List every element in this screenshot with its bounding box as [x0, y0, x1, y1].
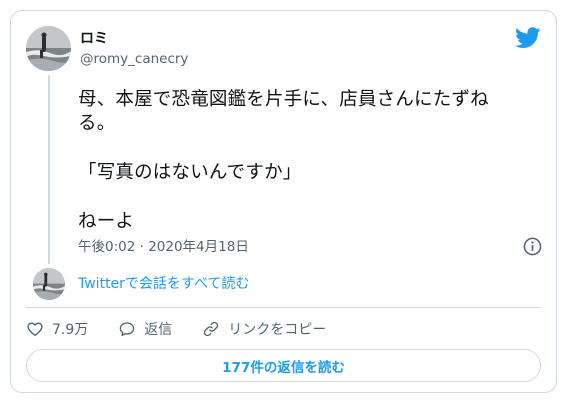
reply-label: 返信 [144, 322, 173, 338]
read-replies-button[interactable]: 177件の返信を読む [26, 349, 541, 382]
copy-link-button[interactable]: リンクをコピー [202, 319, 326, 339]
read-conversation-link[interactable]: Twitterで会話をすべて読む [78, 275, 249, 293]
tweet-text: 母、本屋で恐竜図鑑を片手に、店員さんにたずね る。 「写真のはないんですか」 ね… [78, 88, 548, 234]
author-display-name[interactable]: ロミ [80, 30, 108, 48]
reply-button[interactable]: 返信 [118, 319, 172, 339]
author-avatar[interactable] [26, 26, 71, 71]
info-icon[interactable] [523, 237, 542, 256]
speech-bubble-icon [119, 322, 135, 337]
divider [26, 307, 541, 308]
tweet-actions: 7.9万 返信 リンクをコピー [26, 319, 356, 339]
twitter-bird-icon[interactable] [515, 27, 541, 49]
thread-connector-line [48, 75, 50, 264]
like-button[interactable]: 7.9万 [26, 319, 88, 339]
heart-icon [27, 322, 43, 337]
conversation-avatar[interactable] [33, 268, 65, 300]
like-count: 7.9万 [52, 322, 89, 338]
tweet-text-line: る。 [78, 113, 116, 134]
author-handle[interactable]: @romy_canecry [80, 50, 188, 68]
copy-link-label: リンクをコピー [228, 322, 327, 338]
tweet-timestamp[interactable]: 午後0:02 · 2020年4月18日 [78, 238, 249, 256]
link-icon [204, 321, 219, 337]
tweet-text-line: ねーよ [78, 211, 135, 232]
tweet-text-line: 「写真のはないんですか」 [78, 162, 302, 183]
read-replies-label: 177件の返信を読む [222, 359, 345, 376]
tweet-card: ロミ @romy_canecry 母、本屋で恐竜図鑑を片手に、店員さんにたずね … [10, 10, 557, 393]
tweet-text-line: 母、本屋で恐竜図鑑を片手に、店員さんにたずね [78, 89, 489, 110]
